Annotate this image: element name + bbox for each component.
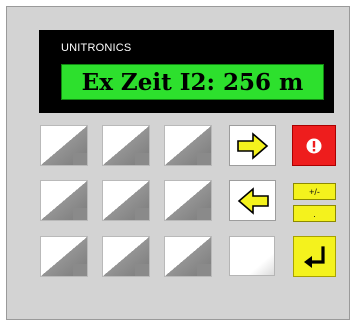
blank-key-1[interactable] xyxy=(40,125,88,166)
blank-key-9[interactable] xyxy=(164,236,212,277)
dot-key[interactable]: . xyxy=(293,205,336,222)
plus-minus-key[interactable]: +/- xyxy=(293,183,336,200)
blank-key-5[interactable] xyxy=(102,180,150,221)
lcd-display: Ex Zeit I2: 256 m xyxy=(61,64,324,100)
lcd-text: Ex Zeit I2: 256 m xyxy=(81,68,304,96)
display-bezel: UNITRONICS Ex Zeit I2: 256 m xyxy=(39,30,334,113)
blank-key-6[interactable] xyxy=(164,180,212,221)
blank-key-8[interactable] xyxy=(102,236,150,277)
plc-panel: UNITRONICS Ex Zeit I2: 256 m +/- . xyxy=(6,6,350,320)
left-arrow-icon xyxy=(237,187,269,215)
right-arrow-icon xyxy=(237,132,269,160)
enter-icon xyxy=(304,246,325,268)
enter-key[interactable] xyxy=(293,236,336,277)
left-arrow-key[interactable] xyxy=(229,180,276,221)
blank-key-3[interactable] xyxy=(164,125,212,166)
info-key[interactable] xyxy=(292,125,336,166)
right-arrow-key[interactable] xyxy=(229,125,276,166)
blank-key-4[interactable] xyxy=(40,180,88,221)
blank-key-7[interactable] xyxy=(40,236,88,277)
brand-label: UNITRONICS xyxy=(61,42,132,54)
blank-key-10[interactable] xyxy=(229,236,275,276)
exclamation-icon xyxy=(306,138,322,154)
blank-key-2[interactable] xyxy=(102,125,150,166)
